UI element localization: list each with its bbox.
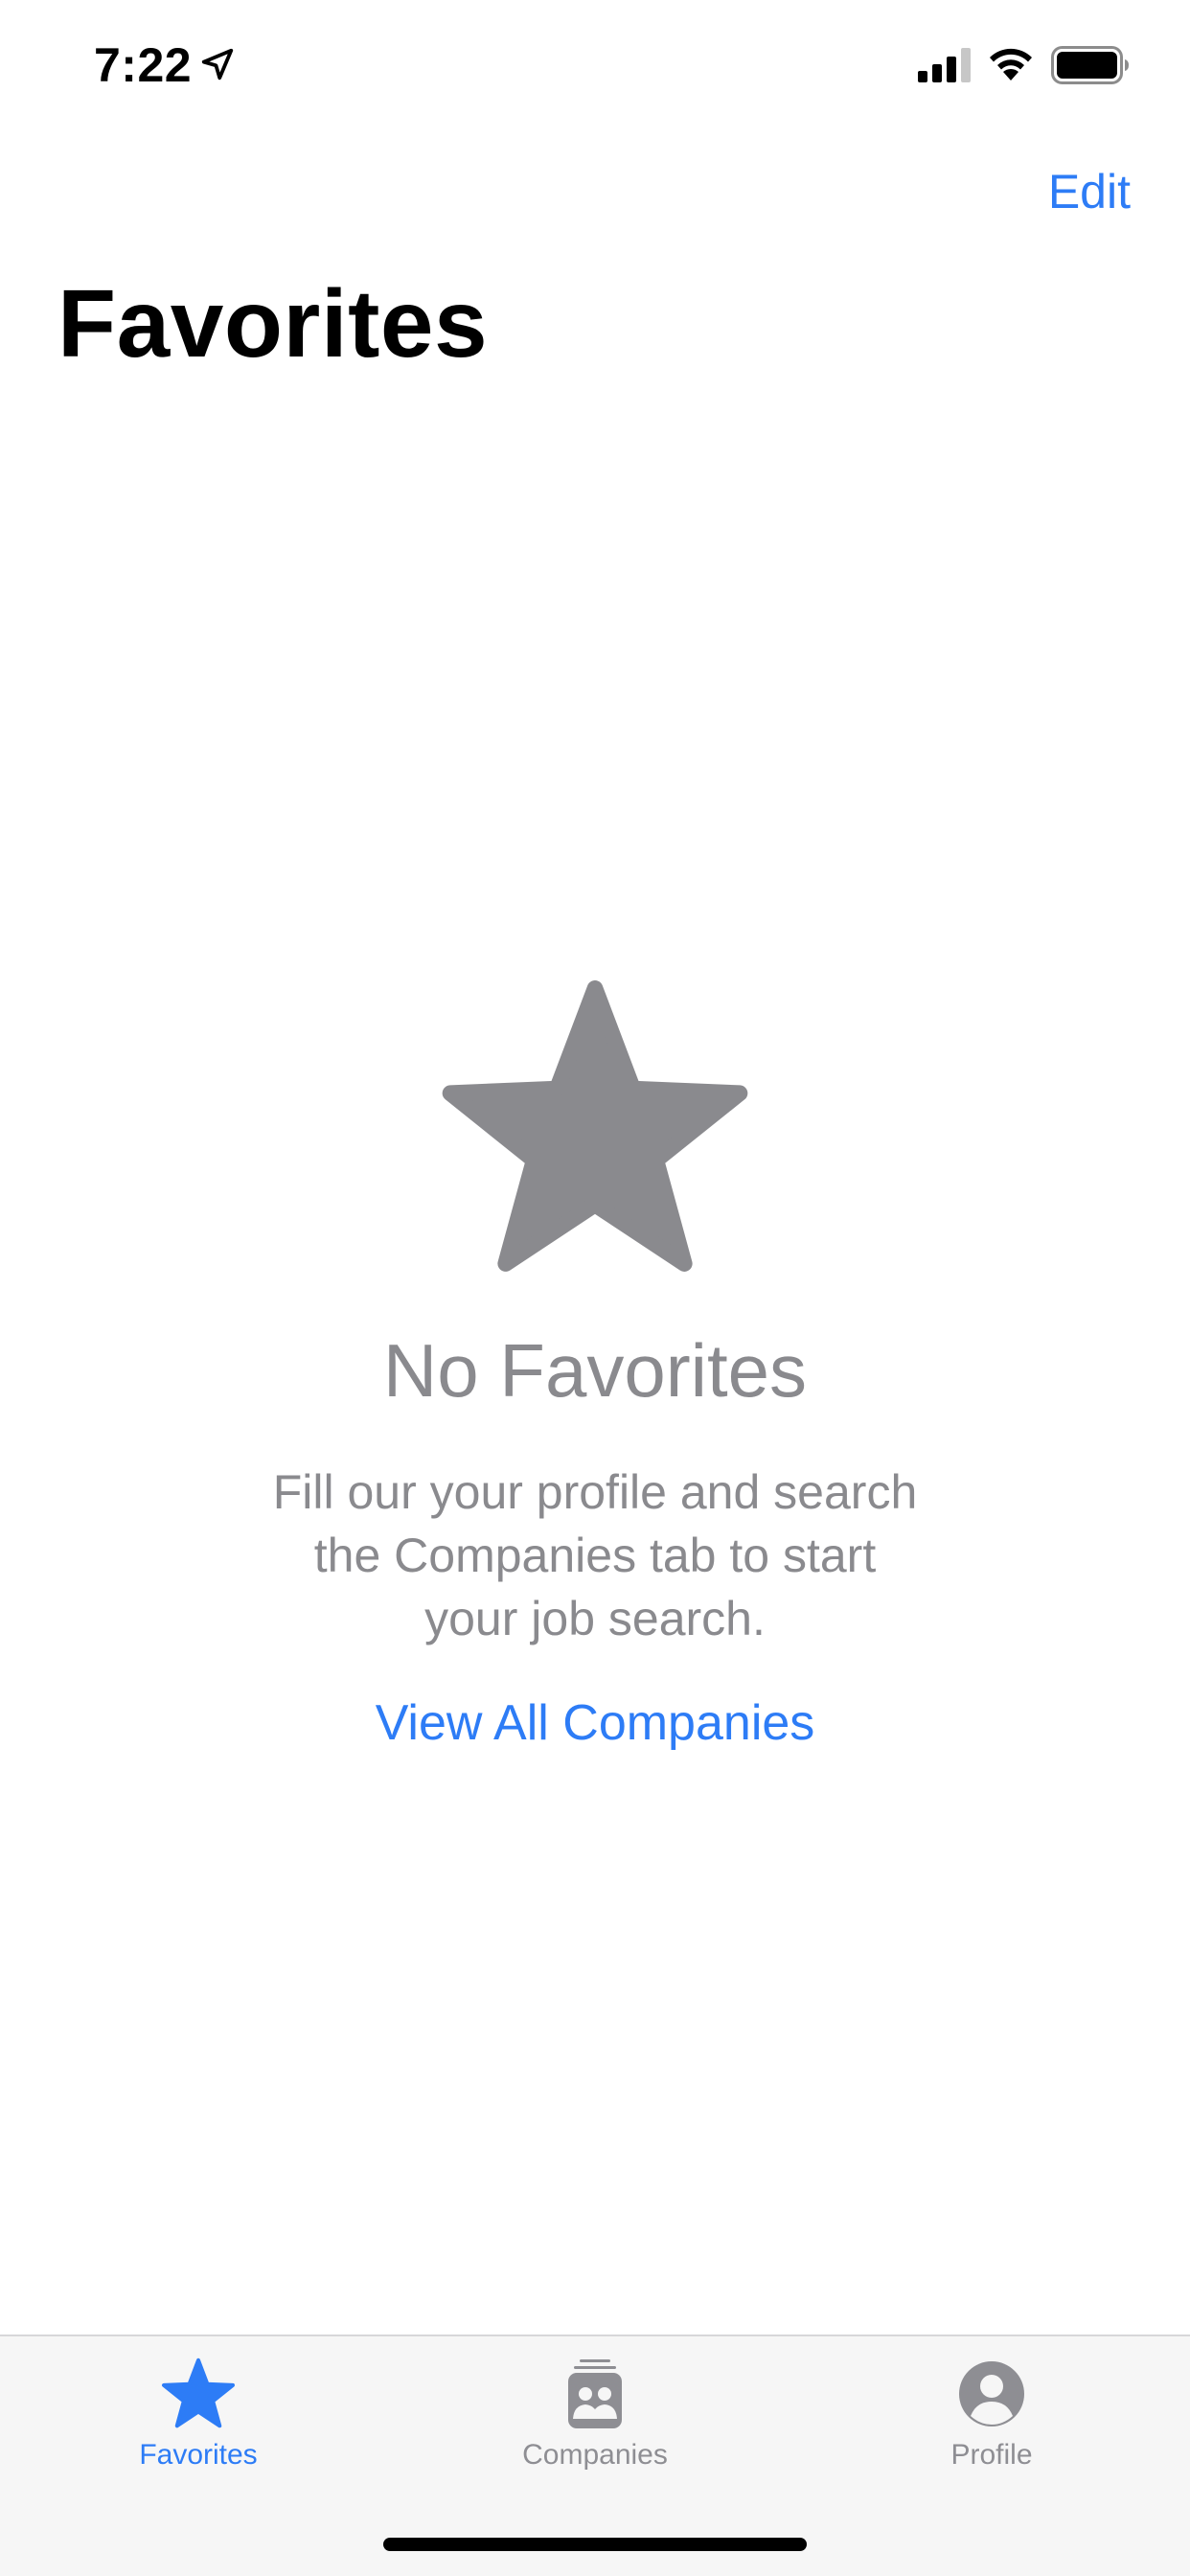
wifi-icon: [990, 48, 1032, 80]
empty-state-title: No Favorites: [382, 1328, 808, 1413]
edit-button[interactable]: Edit: [1048, 161, 1131, 222]
tab-favorites[interactable]: Favorites: [0, 2336, 397, 2509]
page-title: Favorites: [57, 270, 489, 378]
view-all-companies-link[interactable]: View All Companies: [0, 1690, 1190, 1756]
battery-icon: [1051, 46, 1129, 84]
person-circle-icon: [959, 2361, 1024, 2426]
star-icon: [442, 980, 748, 1272]
tab-bar: Favorites Companies Profile: [0, 2334, 1190, 2576]
tab-profile[interactable]: Profile: [793, 2336, 1190, 2509]
cellular-signal-icon: [918, 48, 971, 82]
status-bar: 7:22: [0, 0, 1190, 126]
empty-state-message-line: your job search.: [424, 1592, 766, 1645]
status-time: 7:22: [94, 38, 193, 92]
tab-companies[interactable]: Companies: [397, 2336, 793, 2509]
companies-icon: [568, 2359, 622, 2428]
empty-state-message-line: the Companies tab to start: [313, 1529, 877, 1582]
tab-label: Companies: [522, 2439, 668, 2471]
tab-label: Favorites: [139, 2439, 258, 2471]
star-icon: [162, 2358, 235, 2428]
empty-state-message: Fill our your profile and search the Com…: [212, 1460, 978, 1650]
home-indicator: [383, 2538, 807, 2551]
location-arrow-icon: [201, 48, 234, 80]
empty-state-message-line: Fill our your profile and search: [272, 1465, 918, 1519]
tab-label: Profile: [950, 2439, 1033, 2471]
